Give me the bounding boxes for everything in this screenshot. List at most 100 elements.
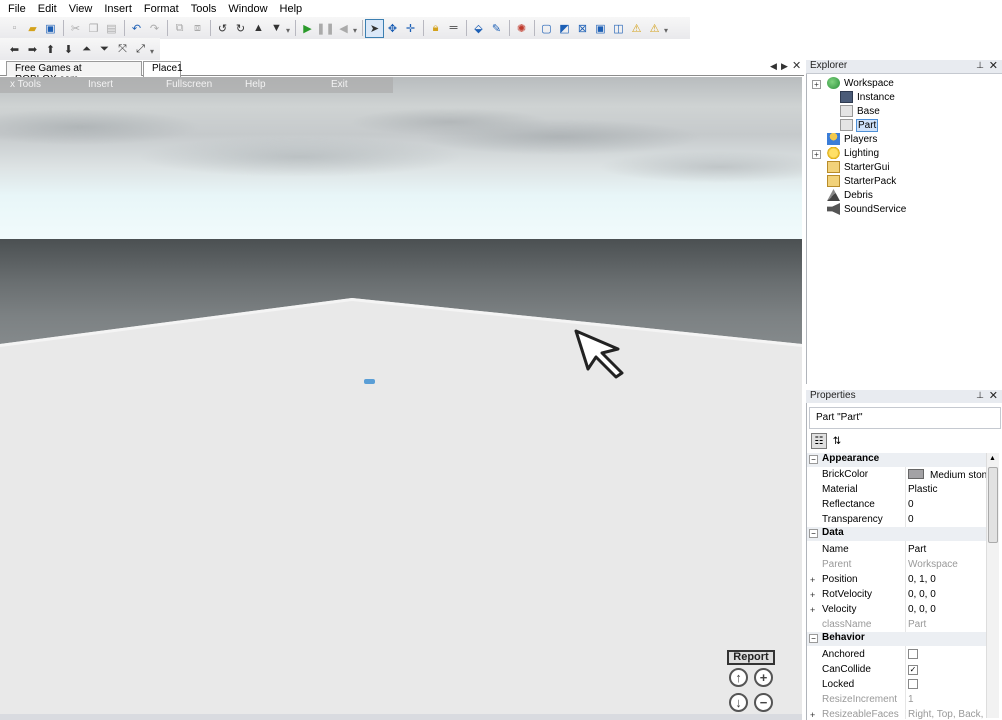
layer3-icon[interactable]: ⊠ — [574, 20, 591, 37]
camera-up-icon[interactable]: ⏶ — [78, 41, 95, 58]
menu-file[interactable]: File — [8, 3, 26, 15]
tab-place1[interactable]: Place1 — [143, 61, 183, 77]
undo-icon[interactable]: ↶ — [128, 20, 145, 37]
tree-item-instance[interactable]: Instance — [840, 90, 895, 104]
prop-reflectance[interactable]: Reflectance 0 — [807, 497, 991, 512]
locked-checkbox[interactable] — [908, 679, 918, 689]
open-icon[interactable]: ▰ — [24, 20, 41, 37]
tree-item-players[interactable]: Players — [827, 132, 877, 146]
close-icon[interactable]: ✕ — [989, 389, 998, 402]
alphabetical-icon[interactable]: ⇅ — [829, 433, 845, 449]
warning-icon-2[interactable]: ⚠ — [646, 20, 663, 37]
redo-icon[interactable]: ↷ — [146, 20, 163, 37]
prop-brickcolor[interactable]: BrickColor Medium stone grey — [807, 467, 991, 482]
stop-icon[interactable]: ◀ — [335, 20, 352, 37]
arrow-right-icon[interactable]: ➡ — [24, 41, 41, 58]
camera-up-button[interactable]: ↑ — [729, 668, 748, 687]
rotate-right-icon[interactable]: ↻ — [232, 20, 249, 37]
tree-item-debris[interactable]: Debris — [827, 188, 873, 202]
rotate-left-icon[interactable]: ↺ — [214, 20, 231, 37]
gui-insert-button[interactable]: Insert — [88, 79, 113, 90]
collapse-icon[interactable]: − — [809, 529, 818, 538]
menu-view[interactable]: View — [69, 3, 93, 15]
play-icon[interactable]: ▶ — [299, 20, 316, 37]
toolbar-overflow-icon[interactable]: ▾ — [150, 42, 156, 56]
properties-scrollbar[interactable]: ▲ — [986, 453, 999, 718]
toolbar-overflow-icon[interactable]: ▾ — [286, 21, 292, 35]
collapse-icon[interactable]: − — [809, 455, 818, 464]
tree-item-starterpack[interactable]: StarterPack — [827, 174, 896, 188]
tab-close-icon[interactable]: ✕ — [792, 59, 801, 72]
menu-help[interactable]: Help — [280, 3, 303, 15]
game-viewport[interactable]: x Tools Insert Fullscreen Help Exit Repo… — [0, 77, 802, 715]
gui-fullscreen-button[interactable]: Fullscreen — [166, 79, 212, 90]
part-object[interactable] — [364, 379, 375, 384]
prop-resizeablefaces[interactable]: + ResizeableFaces Right, Top, Back, L — [807, 707, 991, 719]
ungroup-icon[interactable]: ⧈ — [189, 20, 206, 37]
move-up-icon[interactable]: ▲ — [250, 20, 267, 37]
zoom-out-button[interactable]: − — [754, 693, 773, 712]
new-icon[interactable]: ▫ — [6, 20, 23, 37]
tree-item-lighting[interactable]: Lighting — [827, 146, 879, 160]
expand-icon[interactable]: + — [812, 80, 821, 89]
tree-item-workspace[interactable]: Workspace — [827, 76, 894, 90]
zoom-in-button[interactable]: + — [754, 668, 773, 687]
expand-icon[interactable]: + — [810, 710, 815, 719]
tab-scroll-left-icon[interactable]: ◀ — [770, 61, 777, 72]
category-behavior[interactable]: − Behavior — [807, 632, 991, 646]
layer2-icon[interactable]: ◩ — [556, 20, 573, 37]
fit-icon[interactable]: ⤢ — [132, 41, 149, 58]
cut-icon[interactable]: ✂ — [67, 20, 84, 37]
categorized-icon[interactable]: ☷ — [811, 433, 827, 449]
close-icon[interactable]: ✕ — [989, 59, 998, 72]
toolbar-overflow-icon[interactable]: ▾ — [664, 21, 670, 35]
menu-edit[interactable]: Edit — [38, 3, 57, 15]
category-appearance[interactable]: − Appearance — [807, 453, 991, 467]
group-icon[interactable]: ⧉ — [171, 20, 188, 37]
prop-velocity[interactable]: + Velocity 0, 0, 0 — [807, 602, 991, 617]
joint-icon[interactable]: ✺ — [513, 20, 530, 37]
pause-icon[interactable]: ❚❚ — [316, 20, 334, 37]
camera-down-icon[interactable]: ⏷ — [96, 41, 113, 58]
warning-icon[interactable]: ⚠ — [628, 20, 645, 37]
expand-icon[interactable]: + — [812, 150, 821, 159]
tab-roblox-home[interactable]: Free Games at ROBLOX.com — [6, 61, 142, 85]
arrow-down-icon[interactable]: ⬇ — [60, 41, 77, 58]
menu-insert[interactable]: Insert — [104, 3, 132, 15]
move-down-icon[interactable]: ▼ — [268, 20, 285, 37]
gui-help-button[interactable]: Help — [245, 79, 266, 90]
toolbar-overflow-icon[interactable]: ▾ — [353, 21, 359, 35]
cancollide-checkbox[interactable]: ✓ — [908, 665, 918, 675]
category-data[interactable]: − Data — [807, 527, 991, 541]
prop-anchored[interactable]: Anchored — [807, 647, 991, 662]
tree-item-part[interactable]: Part — [840, 118, 879, 132]
prop-rotvelocity[interactable]: + RotVelocity 0, 0, 0 — [807, 587, 991, 602]
gui-tools-button[interactable]: x Tools — [10, 79, 41, 90]
surface-icon[interactable]: ═ — [445, 20, 462, 37]
move-icon[interactable]: ✥ — [384, 20, 401, 37]
expand-icon[interactable]: + — [810, 605, 815, 615]
copy-icon[interactable]: ❐ — [85, 20, 102, 37]
resize-icon[interactable]: ✛ — [402, 20, 419, 37]
report-button[interactable]: Report — [727, 650, 775, 665]
prop-resizeincrement[interactable]: ResizeIncrement 1 — [807, 692, 991, 707]
collapse-icon[interactable]: − — [809, 634, 818, 643]
prop-cancollide[interactable]: CanCollide ✓ — [807, 662, 991, 677]
paste-icon[interactable]: ▤ — [103, 20, 120, 37]
scroll-up-icon[interactable]: ▲ — [989, 455, 996, 462]
tab-scroll-right-icon[interactable]: ▶ — [781, 61, 788, 72]
prop-name[interactable]: Name Part — [807, 542, 991, 557]
layer1-icon[interactable]: ▢ — [538, 20, 555, 37]
menu-window[interactable]: Window — [228, 3, 267, 15]
arrow-up-icon[interactable]: ⬆ — [42, 41, 59, 58]
save-icon[interactable]: ▣ — [42, 20, 59, 37]
expand-icon[interactable]: + — [810, 590, 815, 600]
prop-locked[interactable]: Locked — [807, 677, 991, 692]
tree-item-startergui[interactable]: StarterGui — [827, 160, 890, 174]
tree-item-soundservice[interactable]: SoundService — [827, 202, 906, 216]
expand-icon[interactable]: + — [810, 575, 815, 585]
zoom-extents-icon[interactable]: ⤧ — [114, 41, 131, 58]
anchored-checkbox[interactable] — [908, 649, 918, 659]
gui-exit-button[interactable]: Exit — [331, 79, 348, 90]
layer4-icon[interactable]: ▣ — [592, 20, 609, 37]
